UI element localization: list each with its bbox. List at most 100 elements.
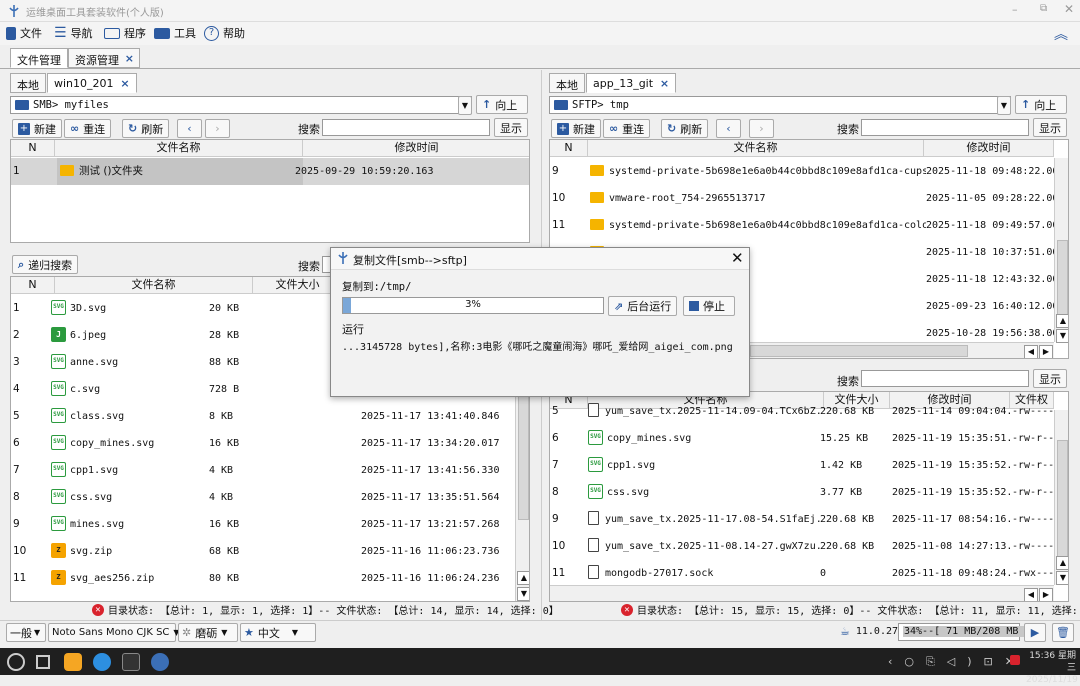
- table-row[interactable]: 9 systemd-private-5b698e1e6a0b44c0bbd8c10…: [550, 158, 1068, 185]
- left-reconnect-button[interactable]: ∞ 重连: [64, 119, 112, 138]
- scroll-left-button[interactable]: ◀: [1024, 588, 1038, 601]
- close-tab-icon[interactable]: ×: [660, 77, 669, 90]
- column-header[interactable]: N: [550, 140, 588, 157]
- column-header[interactable]: 修改时间: [303, 140, 529, 157]
- left-new-button[interactable]: + 新建: [12, 119, 62, 138]
- table-row[interactable]: 6 SVG copy_mines.svg 15.25 KB 2025-11-19 15:…: [550, 425, 1068, 452]
- right-path-field[interactable]: SFTP> tmp: [549, 96, 1011, 114]
- clock[interactable]: 15:36 星期三 2025/11/19: [1026, 650, 1078, 686]
- right-forward-button[interactable]: ›: [749, 119, 774, 138]
- scroll-down-button[interactable]: ▼: [1056, 571, 1068, 585]
- tab-file-manager[interactable]: 文件管理: [10, 48, 68, 68]
- font-select[interactable]: Noto Sans Mono CJK SC ▼: [48, 623, 180, 642]
- theme-select[interactable]: ✲ 磨砺 ▼: [178, 623, 238, 642]
- mode-select[interactable]: 一般 ▼: [6, 623, 46, 642]
- table-row[interactable]: 11 systemd-private-5b698e1e6a0b44c0bbd8c1…: [550, 212, 1068, 239]
- table-row[interactable]: 11 Zsvg_aes256.zip 80 KB 2025-11-16 11:06:2…: [11, 565, 529, 592]
- table-row[interactable]: 10 yum_save_tx.2025-11-08.14-27.gwX7zu.yu…: [550, 533, 1068, 560]
- tray-icons[interactable]: ‹○⎘◁)⊡✕: [888, 655, 1026, 669]
- maximize-button[interactable]: ⧉: [1040, 3, 1047, 14]
- right-bottom-search-input[interactable]: [861, 370, 1029, 387]
- left-show-button[interactable]: 显示: [494, 118, 528, 137]
- scroll-down-button[interactable]: ▼: [1056, 329, 1068, 343]
- table-row[interactable]: 10 Zsvg.zip 68 KB 2025-11-16 11:06:23.736: [11, 538, 529, 565]
- path-dropdown-button[interactable]: ▼: [997, 96, 1011, 115]
- right-tab-app13[interactable]: app_13_git ×: [586, 73, 677, 93]
- column-header[interactable]: N: [11, 140, 55, 157]
- right-show-button[interactable]: 显示: [1033, 118, 1067, 137]
- right-bottom-show-button[interactable]: 显示: [1033, 369, 1067, 388]
- right-new-button[interactable]: + 新建: [551, 119, 601, 138]
- table-row[interactable]: 5 SVG class.svg 8 KB 2025-11-17 13:41:40.846: [11, 403, 529, 430]
- table-row[interactable]: 1 测试 ()文件夹 2025-09-29 10:59:20.163: [11, 158, 529, 185]
- left-tab-win10[interactable]: win10_201 ×: [47, 73, 137, 93]
- left-search-input[interactable]: [322, 119, 490, 136]
- recursive-search-button[interactable]: ⌕ 递归搜索: [12, 255, 79, 274]
- dialog-titlebar[interactable]: 复制文件[smb-->sftp] ✕: [331, 248, 749, 270]
- table-row[interactable]: 8 SVG css.svg 3.77 KB 2025-11-19 15:35:52.00…: [550, 479, 1068, 506]
- close-tab-icon[interactable]: ×: [125, 52, 134, 65]
- column-header[interactable]: N: [11, 277, 55, 294]
- right-refresh-button[interactable]: ↻ 刷新: [661, 119, 709, 138]
- scroll-up-button[interactable]: ▲: [1056, 314, 1068, 328]
- table-row[interactable]: 8 SVG css.svg 4 KB 2025-11-17 13:35:51.564: [11, 484, 529, 511]
- close-tab-icon[interactable]: ×: [120, 77, 129, 90]
- language-select[interactable]: ★ 中文 ▼: [240, 623, 316, 642]
- right-back-button[interactable]: ‹: [716, 119, 741, 138]
- scroll-thumb[interactable]: [750, 345, 968, 357]
- left-forward-button[interactable]: ›: [205, 119, 230, 138]
- path-dropdown-button[interactable]: ▼: [458, 96, 472, 115]
- menu-nav[interactable]: ☰ 导航: [54, 25, 93, 41]
- app-taskbar-icon[interactable]: [151, 653, 169, 671]
- file-manager-icon[interactable]: [64, 653, 82, 671]
- table-row[interactable]: 7 SVG cpp1.svg 1.42 KB 2025-11-19 15:35:52.0…: [550, 452, 1068, 479]
- minimize-button[interactable]: –: [1012, 3, 1018, 16]
- column-header[interactable]: 修改时间: [924, 140, 1054, 157]
- menu-program[interactable]: 程序: [104, 25, 146, 41]
- notification-icon[interactable]: [1010, 655, 1020, 665]
- left-refresh-button[interactable]: ↻ 刷新: [122, 119, 170, 138]
- table-row[interactable]: 10 vmware-root_754-2965513717 2025-11-05 0…: [550, 185, 1068, 212]
- column-header[interactable]: 文件名称: [55, 277, 253, 294]
- stop-button[interactable]: 停止: [683, 296, 735, 316]
- trash-icon[interactable]: 🗑: [1052, 623, 1074, 642]
- table-row[interactable]: 11 mongodb-27017.sock 0 2025-11-18 09:48:24…: [550, 560, 1068, 587]
- menu-help[interactable]: ? 帮助: [204, 25, 245, 41]
- column-header[interactable]: 文件名称: [588, 140, 924, 157]
- scroll-thumb[interactable]: [1057, 240, 1068, 316]
- right-hscrollbar[interactable]: ◀ ▶: [550, 585, 1054, 601]
- collapse-chevron-icon[interactable]: ︽: [1054, 24, 1068, 44]
- scroll-left-button[interactable]: ◀: [1024, 345, 1038, 358]
- table-row[interactable]: 5 yum_save_tx.2025-11-14.09-04.TCx6bZ.yum…: [550, 398, 1068, 425]
- scroll-up-button[interactable]: ▲: [517, 571, 529, 585]
- gc-run-button[interactable]: ▶: [1024, 623, 1046, 642]
- right-reconnect-button[interactable]: ∞ 重连: [603, 119, 651, 138]
- scroll-thumb[interactable]: [1057, 440, 1068, 560]
- left-path-field[interactable]: SMB> myfiles: [10, 96, 472, 114]
- scroll-right-button[interactable]: ▶: [1039, 345, 1053, 358]
- start-menu-icon[interactable]: [7, 653, 25, 671]
- terminal-icon[interactable]: [122, 653, 140, 671]
- right-search-input[interactable]: [861, 119, 1029, 136]
- tab-resource-manager[interactable]: 资源管理 ×: [68, 48, 140, 68]
- background-run-button[interactable]: ⇗ 后台运行: [608, 296, 678, 316]
- table-row[interactable]: 9 yum_save_tx.2025-11-17.08-54.S1faEj.yum…: [550, 506, 1068, 533]
- table-row[interactable]: 6 SVG copy_mines.svg 16 KB 2025-11-17 13:34:…: [11, 430, 529, 457]
- menu-tools[interactable]: 工具: [154, 25, 196, 41]
- column-header[interactable]: 文件名称: [55, 140, 303, 157]
- right-top-scrollbar[interactable]: ▲ ▼: [1054, 158, 1068, 343]
- scroll-right-button[interactable]: ▶: [1039, 588, 1053, 601]
- scroll-up-button[interactable]: ▲: [1056, 556, 1068, 570]
- right-scrollbar[interactable]: ▲ ▼: [1054, 410, 1068, 585]
- menu-file[interactable]: 文件: [6, 25, 42, 41]
- browser-icon[interactable]: [93, 653, 111, 671]
- dialog-close-button[interactable]: ✕: [731, 249, 744, 267]
- left-up-button[interactable]: ↑ 向上: [476, 95, 528, 114]
- right-tab-local[interactable]: 本地: [549, 73, 585, 93]
- table-row[interactable]: 7 SVG cpp1.svg 4 KB 2025-11-17 13:41:56.330: [11, 457, 529, 484]
- close-window-button[interactable]: ✕: [1064, 2, 1074, 16]
- left-tab-local[interactable]: 本地: [10, 73, 46, 93]
- table-row[interactable]: 9 SVG mines.svg 16 KB 2025-11-17 13:21:57.26…: [11, 511, 529, 538]
- scroll-down-button[interactable]: ▼: [517, 587, 529, 601]
- multitask-icon[interactable]: [36, 655, 50, 669]
